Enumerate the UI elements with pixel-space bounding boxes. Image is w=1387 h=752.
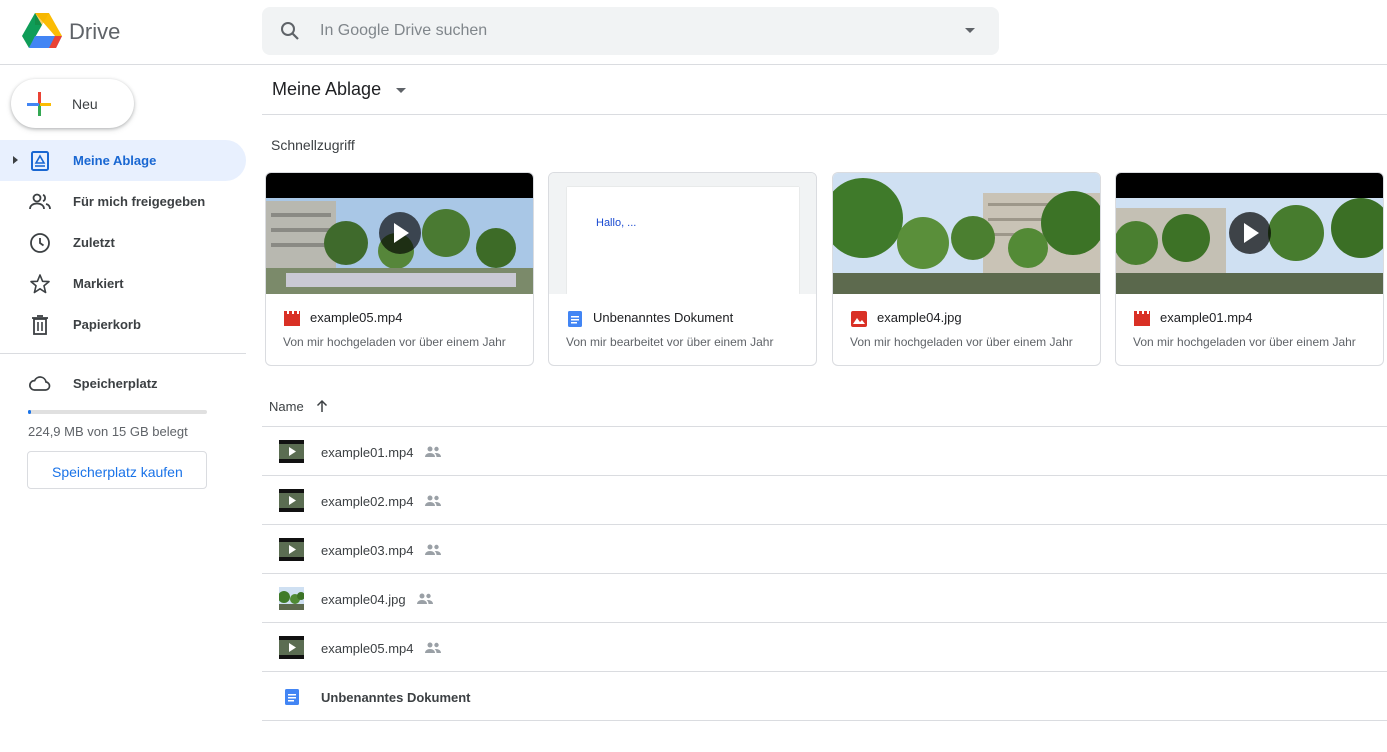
quick-access-card[interactable]: example01.mp4 Von mir hochgeladen vor üb… — [1115, 172, 1384, 366]
card-subtitle: Von mir hochgeladen vor über einem Jahr — [1133, 335, 1356, 349]
top-bar: Drive In Google Drive suchen — [0, 0, 1387, 65]
file-name: example03.mp4 — [321, 543, 414, 558]
video-thumbnail-icon — [279, 489, 304, 512]
search-icon[interactable] — [278, 19, 302, 43]
image-thumbnail — [833, 173, 1100, 294]
docs-file-icon — [568, 311, 582, 327]
drive-logo-icon[interactable] — [22, 13, 62, 49]
quick-access-card[interactable]: example04.jpg Von mir hochgeladen vor üb… — [832, 172, 1101, 366]
document-page-preview: Hallo, ... — [567, 187, 799, 294]
expand-arrow-icon[interactable] — [13, 156, 18, 164]
shared-icon — [425, 495, 441, 506]
plus-icon — [27, 92, 51, 116]
card-title: example01.mp4 — [1160, 310, 1253, 325]
storage-progress-bar — [28, 410, 207, 414]
file-row[interactable]: example05.mp4 — [262, 623, 1387, 672]
buy-storage-button[interactable]: Speicherplatz kaufen — [27, 451, 207, 489]
sidebar-item-trash[interactable]: Papierkorb — [0, 304, 246, 345]
file-row[interactable]: example03.mp4 — [262, 525, 1387, 574]
sidebar-item-starred[interactable]: Markiert — [0, 263, 246, 304]
sidebar-item-shared-with-me[interactable]: Für mich freigegeben — [0, 181, 246, 222]
new-button-label: Neu — [72, 96, 98, 112]
search-input[interactable]: In Google Drive suchen — [320, 22, 487, 40]
clock-icon — [30, 233, 50, 253]
name-column-header[interactable]: Name — [269, 399, 304, 414]
file-name: example01.mp4 — [321, 445, 414, 460]
image-thumbnail-icon — [279, 587, 304, 610]
header-divider — [262, 114, 1387, 115]
breadcrumb[interactable]: Meine Ablage — [272, 79, 381, 100]
cloud-icon — [29, 376, 51, 391]
shared-icon — [425, 642, 441, 653]
breadcrumb-dropdown-icon[interactable] — [396, 88, 406, 93]
file-row[interactable]: example01.mp4 — [262, 427, 1387, 476]
file-name: Unbenanntes Dokument — [321, 690, 471, 705]
video-thumbnail-icon — [279, 440, 304, 463]
sidebar-nav: Meine Ablage Für mich freigegeben Zuletz… — [0, 140, 246, 345]
card-title: Unbenanntes Dokument — [593, 310, 734, 325]
file-name: example04.jpg — [321, 592, 406, 607]
video-thumbnail-icon — [279, 538, 304, 561]
card-title: example05.mp4 — [310, 310, 403, 325]
star-icon — [30, 274, 50, 294]
docs-file-icon — [285, 689, 299, 705]
my-drive-icon — [31, 151, 49, 171]
sort-ascending-arrow-icon[interactable] — [314, 398, 330, 414]
sidebar-item-label: Papierkorb — [73, 317, 141, 332]
storage-progress-fill — [28, 410, 31, 414]
video-file-icon — [1134, 311, 1150, 326]
drive-app: Drive In Google Drive suchen Neu Meine A… — [0, 0, 1387, 752]
file-row[interactable]: example04.jpg — [262, 574, 1387, 623]
brand-name[interactable]: Drive — [69, 19, 120, 45]
sidebar-item-label: Für mich freigegeben — [73, 194, 206, 209]
storage-label: Speicherplatz — [73, 376, 158, 391]
sidebar-divider — [0, 353, 246, 354]
sidebar-item-label: Markiert — [73, 276, 124, 291]
shared-icon — [425, 446, 441, 457]
card-title: example04.jpg — [877, 310, 962, 325]
document-preview-text: Hallo, ... — [596, 217, 637, 229]
trash-icon — [32, 315, 48, 335]
file-name: example05.mp4 — [321, 641, 414, 656]
storage-usage-text: 224,9 MB von 15 GB belegt — [28, 424, 188, 439]
video-file-icon — [284, 311, 300, 326]
search-options-dropdown-icon[interactable] — [965, 28, 975, 33]
shared-icon — [417, 593, 433, 604]
document-thumbnail: Hallo, ... — [549, 173, 816, 294]
video-thumbnail — [1116, 173, 1383, 294]
quick-access-card[interactable]: example05.mp4 Von mir hochgeladen vor üb… — [265, 172, 534, 366]
video-thumbnail — [266, 173, 533, 294]
sidebar-item-recent[interactable]: Zuletzt — [0, 222, 246, 263]
quick-access-heading: Schnellzugriff — [271, 137, 355, 153]
shared-icon — [425, 544, 441, 555]
card-subtitle: Von mir hochgeladen vor über einem Jahr — [283, 335, 506, 349]
image-file-icon — [851, 311, 867, 327]
video-thumbnail-icon — [279, 636, 304, 659]
quick-access-card[interactable]: Hallo, ... Unbenanntes Dokument Von mir … — [548, 172, 817, 366]
sidebar-item-label: Meine Ablage — [73, 153, 157, 168]
sidebar-item-label: Zuletzt — [73, 235, 115, 250]
new-button[interactable]: Neu — [11, 79, 134, 128]
search-bar[interactable]: In Google Drive suchen — [262, 7, 999, 55]
card-subtitle: Von mir bearbeitet vor über einem Jahr — [566, 335, 774, 349]
file-row[interactable]: example02.mp4 — [262, 476, 1387, 525]
sidebar-item-my-drive[interactable]: Meine Ablage — [0, 140, 246, 181]
card-subtitle: Von mir hochgeladen vor über einem Jahr — [850, 335, 1073, 349]
shared-people-icon — [29, 193, 51, 210]
file-name: example02.mp4 — [321, 494, 414, 509]
file-row[interactable]: Unbenanntes Dokument — [262, 672, 1387, 721]
